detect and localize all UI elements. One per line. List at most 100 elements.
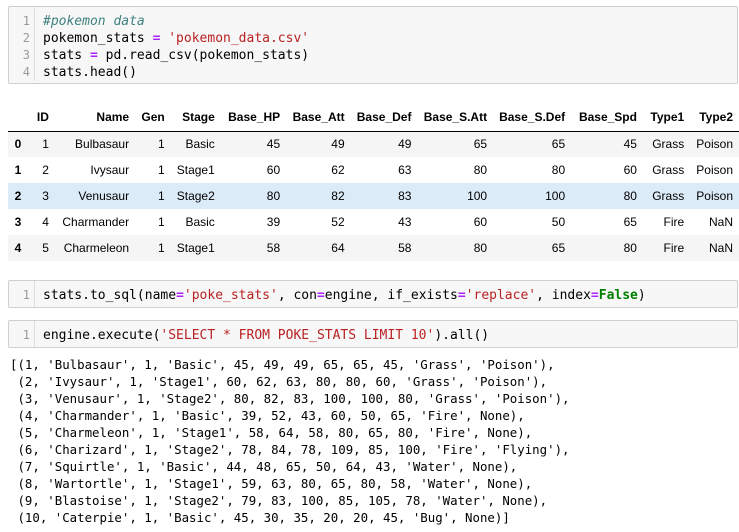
table-cell: 80 bbox=[551, 163, 566, 177]
code-keyword: False bbox=[598, 288, 638, 303]
table-cell: 83 bbox=[398, 189, 412, 203]
table-cell: 39 bbox=[266, 215, 281, 229]
code-editor[interactable]: engine.execute('SELECT * FROM POKE_STATS… bbox=[35, 321, 489, 347]
row-index: 0 bbox=[14, 137, 22, 152]
column-header: Base_S.Def bbox=[493, 104, 572, 132]
line-number: 1 bbox=[22, 328, 30, 342]
table-row: 0 1 Bulbasaur 1 Basic 45 49 49 65 65 45 Grass Poison bbox=[8, 131, 739, 157]
code-string: 'poke_stats' bbox=[183, 288, 278, 303]
table-cell: 1 bbox=[158, 137, 165, 152]
code-cell-2[interactable]: 1 stats.to_sql(name='poke_stats', con=en… bbox=[8, 280, 738, 308]
table-row: 4 5 Charmeleon 1 Stage1 58 64 58 80 65 80 Fire NaN bbox=[8, 235, 739, 261]
code-token: pokemon_stats bbox=[43, 31, 153, 46]
code-cell-3[interactable]: 1 engine.execute('SELECT * FROM POKE_STA… bbox=[8, 320, 738, 348]
row-index: 2 bbox=[14, 189, 22, 203]
table-cell: 1 bbox=[42, 137, 49, 152]
table-cell: Charmander bbox=[62, 215, 130, 229]
cell-output: [(1, 'Bulbasaur', 1, 'Basic', 45, 49, 49… bbox=[10, 356, 570, 526]
table-cell: Poison bbox=[696, 137, 733, 152]
code-token: ).all() bbox=[434, 328, 490, 343]
line-number: 1 bbox=[22, 288, 30, 302]
table-cell: NaN bbox=[708, 215, 733, 229]
table-cell: Grass bbox=[652, 163, 685, 177]
code-line: stats.head() bbox=[43, 64, 309, 81]
code-token: stats bbox=[43, 48, 90, 63]
output-line: (3, 'Venusaur', 1, 'Stage2', 80, 82, 83,… bbox=[10, 391, 570, 406]
table-cell: 3 bbox=[42, 189, 49, 203]
code-string: 'SELECT * FROM POKE_STATS LIMIT 10' bbox=[160, 328, 435, 343]
table-cell: Poison bbox=[696, 163, 733, 177]
table-cell: 65 bbox=[623, 215, 637, 229]
code-editor[interactable]: stats.to_sql(name='poke_stats', con=engi… bbox=[35, 281, 646, 307]
code-operator: = bbox=[176, 288, 184, 303]
line-numbers: 1 bbox=[9, 321, 35, 347]
column-header: ID bbox=[27, 104, 55, 132]
table-cell: 100 bbox=[545, 189, 566, 203]
table-cell: 80 bbox=[473, 163, 488, 177]
column-header: Name bbox=[54, 104, 136, 132]
row-index: 1 bbox=[14, 163, 22, 177]
table-row: 2 3 Venusaur 1 Stage2 80 82 83 100 100 80 Grass Pois… bbox=[8, 183, 739, 209]
table-cell: Basic bbox=[185, 215, 215, 229]
line-number: 3 bbox=[22, 48, 30, 62]
code-cell-1[interactable]: 1 2 3 4 #pokemon data pokemon_stats = 'po… bbox=[8, 6, 738, 84]
table-cell: 80 bbox=[473, 241, 488, 255]
code-token: stats.to_sql(name bbox=[43, 288, 177, 303]
table-cell: 58 bbox=[266, 241, 281, 255]
table-cell: 80 bbox=[623, 241, 637, 255]
code-line: #pokemon data bbox=[43, 13, 309, 30]
table-cell: 82 bbox=[331, 189, 345, 203]
table-cell: 80 bbox=[266, 189, 281, 203]
line-numbers: 1 bbox=[9, 281, 35, 307]
column-header: Base_Def bbox=[350, 104, 418, 132]
line-number: 2 bbox=[22, 31, 30, 45]
line-number: 1 bbox=[22, 14, 30, 28]
code-comment: #pokemon data bbox=[43, 14, 145, 29]
table-cell: 64 bbox=[331, 241, 345, 255]
table-cell: 1 bbox=[158, 241, 165, 255]
output-line: (2, 'Ivysaur', 1, 'Stage1', 60, 62, 63, … bbox=[10, 374, 548, 389]
column-header: Base_Spd bbox=[571, 104, 643, 132]
row-index: 4 bbox=[14, 241, 22, 255]
output-line: (9, 'Blastoise', 1, 'Stage2', 79, 83, 10… bbox=[10, 493, 548, 508]
table-cell: 1 bbox=[158, 189, 165, 203]
row-index: 3 bbox=[14, 215, 22, 229]
table-cell: 60 bbox=[266, 163, 281, 177]
table-cell: Charmeleon bbox=[63, 241, 130, 255]
table-cell: 65 bbox=[473, 137, 488, 152]
table-cell: Fire bbox=[663, 215, 685, 229]
column-header: Gen bbox=[135, 104, 171, 132]
table-cell: Stage1 bbox=[176, 163, 215, 177]
code-token: ) bbox=[637, 288, 646, 303]
table-cell: NaN bbox=[708, 241, 733, 255]
code-line: stats = pd.read_csv(pokemon_stats) bbox=[43, 47, 309, 64]
table-cell: Grass bbox=[652, 189, 685, 203]
code-string: 'pokemon_data.csv' bbox=[168, 31, 310, 46]
table-cell: 49 bbox=[398, 137, 412, 152]
code-token: , con bbox=[277, 288, 317, 303]
code-editor[interactable]: #pokemon data pokemon_stats = 'pokemon_da… bbox=[35, 7, 309, 81]
column-header: Type2 bbox=[690, 104, 739, 132]
code-operator: = bbox=[457, 288, 466, 303]
table-cell: 58 bbox=[398, 241, 412, 255]
output-line: (5, 'Charmeleon', 1, 'Stage1', 58, 64, 5… bbox=[10, 425, 533, 440]
table-cell: Venusaur bbox=[78, 189, 130, 203]
code-line: pokemon_stats = 'pokemon_data.csv' bbox=[43, 30, 309, 47]
output-line: (6, 'Charizard', 1, 'Stage2', 78, 84, 78… bbox=[10, 442, 570, 457]
output-line: [(1, 'Bulbasaur', 1, 'Basic', 45, 49, 49… bbox=[10, 357, 555, 372]
table-cell: Stage1 bbox=[176, 241, 215, 255]
column-header-index bbox=[8, 104, 28, 132]
column-header: Type1 bbox=[642, 104, 691, 132]
column-header: Base_Att bbox=[286, 104, 351, 132]
code-token: engine.execute( bbox=[43, 328, 161, 343]
table-cell: 50 bbox=[551, 215, 566, 229]
code-operator: = bbox=[590, 288, 599, 303]
table-cell: 5 bbox=[42, 241, 49, 255]
line-number: 4 bbox=[22, 65, 30, 79]
table-cell: 52 bbox=[331, 215, 345, 229]
dataframe-table: ID Name Gen Stage Base_HP Base_Att Base_… bbox=[8, 104, 739, 261]
code-operator: = bbox=[89, 48, 98, 63]
code-string: 'replace' bbox=[465, 288, 537, 303]
line-numbers: 1 2 3 4 bbox=[9, 7, 35, 81]
column-header: Base_S.Att bbox=[417, 104, 494, 132]
